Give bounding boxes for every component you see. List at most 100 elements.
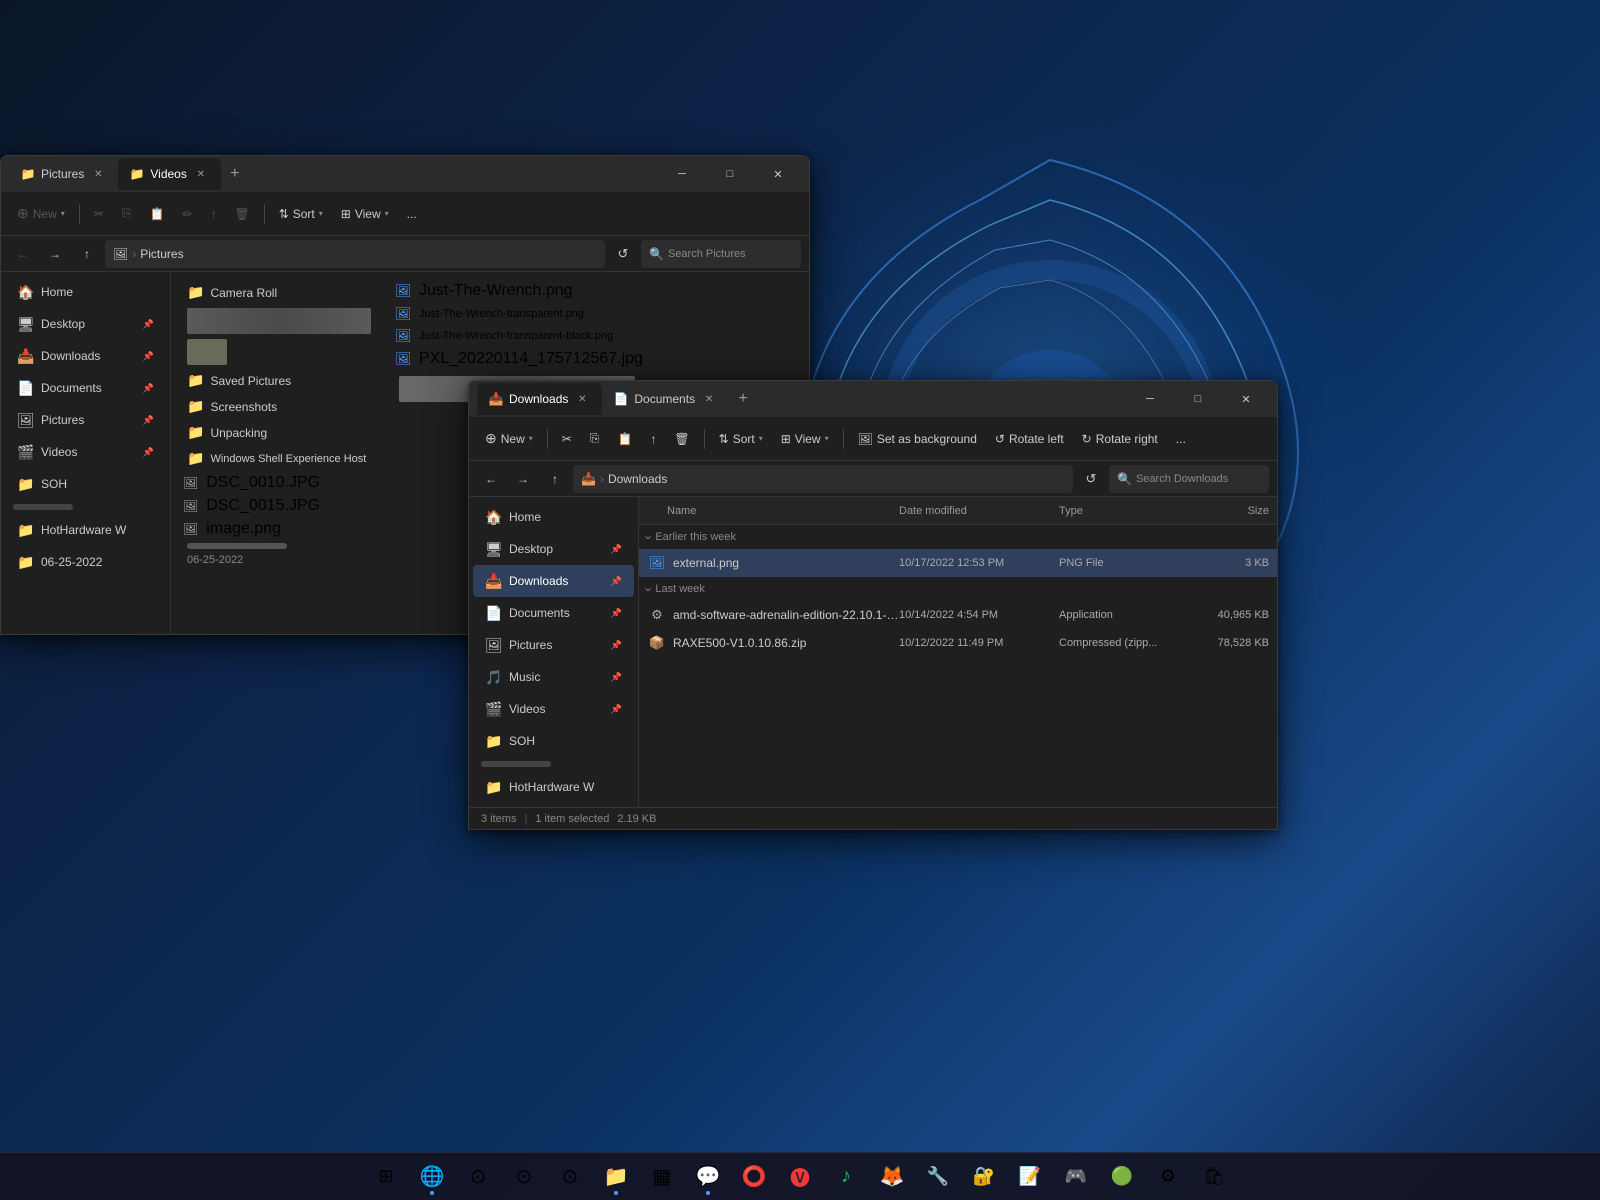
dl-search-box[interactable]: 🔍 Search Downloads xyxy=(1109,465,1269,493)
taskbar-epic[interactable]: 🎮 xyxy=(1056,1157,1096,1197)
dl-refresh-button[interactable]: ↺ xyxy=(1077,465,1105,493)
tab-pictures[interactable]: 📁 Pictures ✕ xyxy=(9,158,118,190)
dl-share-button[interactable]: ↑ xyxy=(642,423,664,455)
sidebar-item-videos[interactable]: 🎬 Videos 📌 xyxy=(5,436,166,468)
folder-camera-roll[interactable]: 📁 Camera Roll xyxy=(179,280,379,305)
dl-view-button[interactable]: ⊞ View ▾ xyxy=(773,423,837,455)
new-tab-button[interactable]: + xyxy=(221,160,249,188)
tab-downloads[interactable]: 📥 Downloads ✕ xyxy=(477,383,602,415)
dl-sidebar-soh[interactable]: 📁 SOH xyxy=(473,725,634,757)
file-row-raxe500[interactable]: 📦 RAXE500-V1.0.10.86.zip 10/12/2022 11:4… xyxy=(639,629,1277,657)
taskbar-chrome-1[interactable]: ⊙ xyxy=(458,1157,498,1197)
taskbar-app2[interactable]: 🔐 xyxy=(964,1157,1004,1197)
file-wrench-transparent[interactable]: 🖼 Just-The-Wrench-transparent.png xyxy=(391,304,643,324)
folder-saved-pictures[interactable]: 📁 Saved Pictures xyxy=(179,368,379,393)
tab-videos[interactable]: 📁 Videos ✕ xyxy=(118,158,220,190)
search-box[interactable]: 🔍 Search Pictures xyxy=(641,240,801,268)
taskbar-store[interactable]: 🛍 xyxy=(1194,1157,1234,1197)
new-tab-button-dl[interactable]: + xyxy=(729,385,757,413)
dl-sidebar-downloads[interactable]: 📥 Downloads 📌 xyxy=(473,565,634,597)
dl-paste-button[interactable]: 📋 xyxy=(609,423,640,455)
file-pxl[interactable]: 🖼 PXL_20220114_175712567.jpg xyxy=(391,348,643,370)
col-date-header[interactable]: Date modified xyxy=(899,505,1059,517)
minimize-button[interactable]: ─ xyxy=(659,159,705,189)
taskbar-file-explorer[interactable]: 📁 xyxy=(596,1157,636,1197)
taskbar-edge[interactable]: 🌐 xyxy=(412,1157,452,1197)
col-type-header[interactable]: Type xyxy=(1059,505,1189,517)
rotate-left-button[interactable]: ↺ Rotate left xyxy=(987,423,1072,455)
taskbar-widgets[interactable]: ▦ xyxy=(642,1157,682,1197)
sidebar-item-soh[interactable]: 📁 SOH xyxy=(5,468,166,500)
dl-sidebar-pictures[interactable]: 🖼 Pictures 📌 xyxy=(473,629,634,661)
taskbar-app3[interactable]: 🟢 xyxy=(1102,1157,1142,1197)
dl-cut-button[interactable]: ✂ xyxy=(554,423,580,455)
view-button[interactable]: ⊞ View ▾ xyxy=(333,198,397,230)
dl-address-path[interactable]: 📥 › Downloads xyxy=(573,465,1073,493)
set-bg-button[interactable]: 🖼 Set as background xyxy=(850,423,985,455)
dl-more-button[interactable]: ... xyxy=(1168,423,1194,455)
dl-new-button[interactable]: ⊕ New ▾ xyxy=(477,423,541,455)
dl-sidebar-desktop[interactable]: 🖥 Desktop 📌 xyxy=(473,533,634,565)
sidebar-item-home[interactable]: 🏠 Home xyxy=(5,276,166,308)
dl-sidebar-hothardware[interactable]: 📁 HotHardware W xyxy=(473,771,634,803)
dl-pictures-icon: 🖼 xyxy=(485,637,501,654)
taskbar-chrome-2[interactable]: ⊙ xyxy=(504,1157,544,1197)
dl-minimize-button[interactable]: ─ xyxy=(1127,384,1173,414)
tab-documents[interactable]: 📄 Documents ✕ xyxy=(602,383,729,415)
sidebar-item-downloads[interactable]: 📥 Downloads 📌 xyxy=(5,340,166,372)
folder-unpacking[interactable]: 📁 Unpacking xyxy=(179,420,379,445)
file-wrench[interactable]: 🖼 Just-The-Wrench.png xyxy=(391,280,643,302)
sidebar-item-documents[interactable]: 📄 Documents 📌 xyxy=(5,372,166,404)
sidebar-item-date[interactable]: 📁 06-25-2022 xyxy=(5,546,166,578)
dl-up-button[interactable]: ↑ xyxy=(541,465,569,493)
taskbar-chrome-3[interactable]: ⊙ xyxy=(550,1157,590,1197)
dl-sidebar-videos[interactable]: 🎬 Videos 📌 xyxy=(473,693,634,725)
taskbar-vivaldi[interactable]: 🅥 xyxy=(780,1157,820,1197)
maximize-button[interactable]: □ xyxy=(707,159,753,189)
taskbar-spotify[interactable]: ♪ xyxy=(826,1157,866,1197)
file-wrench-black[interactable]: 🖼 Just-The-Wrench-transparent-black.png xyxy=(391,326,643,346)
folder-screenshots[interactable]: 📁 Screenshots xyxy=(179,394,379,419)
sidebar-item-pictures[interactable]: 🖼 Pictures 📌 xyxy=(5,404,166,436)
taskbar-app1[interactable]: 🔧 xyxy=(918,1157,958,1197)
taskbar-app4[interactable]: ⚙ xyxy=(1148,1157,1188,1197)
dl-back-button[interactable]: ← xyxy=(477,465,505,493)
up-button[interactable]: ↑ xyxy=(73,240,101,268)
dl-sidebar-home[interactable]: 🏠 Home xyxy=(473,501,634,533)
col-name-header[interactable]: Name xyxy=(647,505,899,517)
sidebar-item-desktop[interactable]: 🖥 Desktop 📌 xyxy=(5,308,166,340)
more-options-button[interactable]: ... xyxy=(399,198,425,230)
file-dsc0015[interactable]: 🖼 DSC_0015.JPG xyxy=(179,495,379,517)
taskbar-opera[interactable]: ⭕ xyxy=(734,1157,774,1197)
file-row-amd-setup[interactable]: ⚙ amd-software-adrenalin-edition-22.10.1… xyxy=(639,601,1277,629)
taskbar-notepad[interactable]: 📝 xyxy=(1010,1157,1050,1197)
dl-maximize-button[interactable]: □ xyxy=(1175,384,1221,414)
dl-music-icon: 🎵 xyxy=(485,669,501,686)
taskbar-firefox[interactable]: 🦊 xyxy=(872,1157,912,1197)
downloads-tab-close[interactable]: ✕ xyxy=(574,391,590,407)
rotate-right-button[interactable]: ↻ Rotate right xyxy=(1074,423,1166,455)
dl-sort-button[interactable]: ⇅ Sort ▾ xyxy=(711,423,771,455)
videos-tab-close[interactable]: ✕ xyxy=(193,166,209,182)
dl-delete-button[interactable]: 🗑 xyxy=(666,423,697,455)
sidebar-item-hothardware[interactable]: 📁 HotHardware W xyxy=(5,514,166,546)
file-row-external-png[interactable]: 🖼 external.png 10/17/2022 12:53 PM PNG F… xyxy=(639,549,1277,577)
dl-forward-button[interactable]: → xyxy=(509,465,537,493)
sort-button[interactable]: ⇅ Sort ▾ xyxy=(271,198,331,230)
videos-label: Videos xyxy=(41,445,77,459)
file-image-png[interactable]: 🖼 image.png xyxy=(179,518,379,540)
taskbar-discord[interactable]: 💬 xyxy=(688,1157,728,1197)
dl-close-button[interactable]: ✕ xyxy=(1223,384,1269,414)
pictures-tab-close[interactable]: ✕ xyxy=(90,166,106,182)
address-path[interactable]: 🖼 › Pictures xyxy=(105,240,605,268)
dl-sidebar-music[interactable]: 🎵 Music 📌 xyxy=(473,661,634,693)
col-size-header[interactable]: Size xyxy=(1189,505,1269,517)
documents-tab-close[interactable]: ✕ xyxy=(701,391,717,407)
folder-wse-host[interactable]: 📁 Windows Shell Experience Host xyxy=(179,446,379,471)
dl-sidebar-documents[interactable]: 📄 Documents 📌 xyxy=(473,597,634,629)
dl-copy-button[interactable]: ⎘ xyxy=(582,423,608,455)
taskbar-search[interactable]: ⊞ xyxy=(366,1157,406,1197)
refresh-button[interactable]: ↺ xyxy=(609,240,637,268)
file-dsc0010[interactable]: 🖼 DSC_0010.JPG xyxy=(179,472,379,494)
close-button[interactable]: ✕ xyxy=(755,159,801,189)
